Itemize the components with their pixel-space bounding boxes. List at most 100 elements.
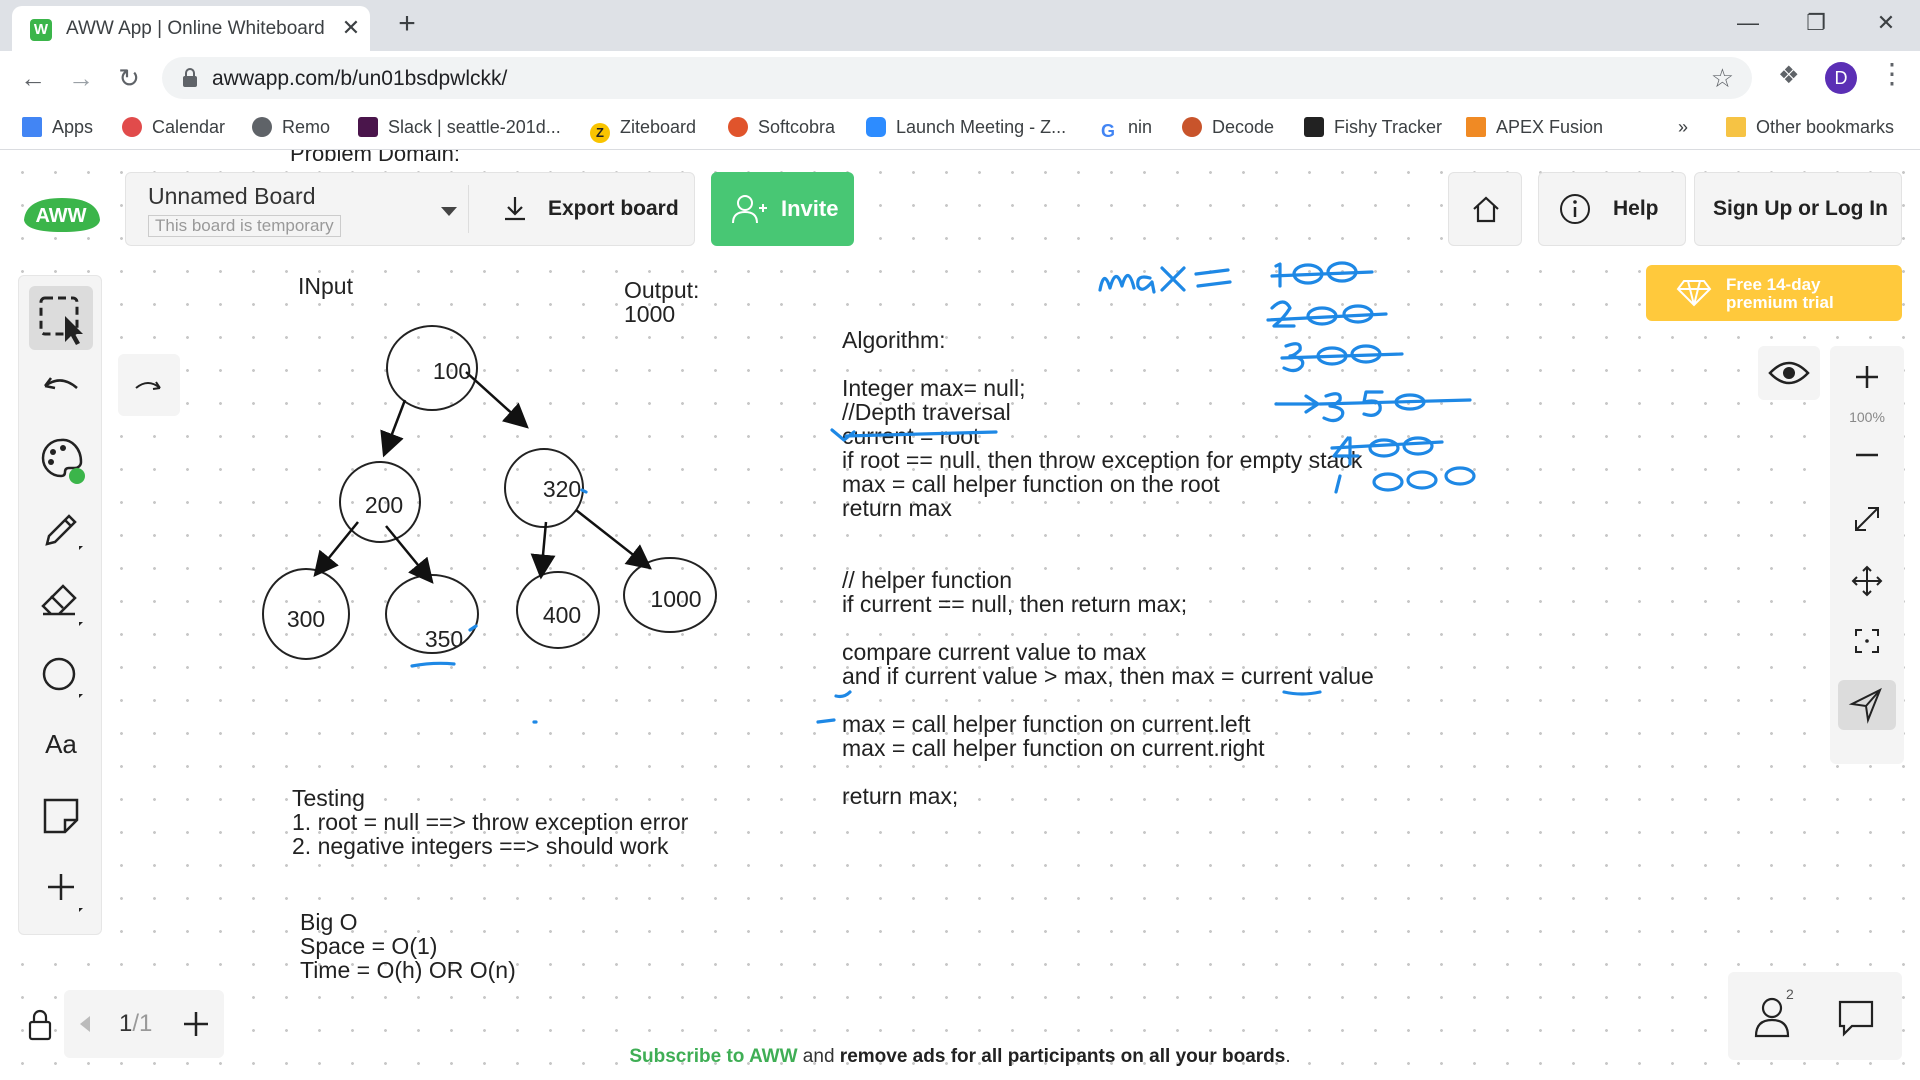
zoom-out-icon[interactable]: [1850, 438, 1884, 472]
view-toggle-button[interactable]: [1758, 346, 1820, 400]
bookmark-fishy-tracker[interactable]: Fishy Tracker: [1304, 115, 1442, 139]
zoom-in-icon[interactable]: [1850, 360, 1884, 394]
color-palette-tool[interactable]: [29, 426, 93, 490]
help-button[interactable]: Help: [1538, 172, 1686, 246]
aww-logo-icon[interactable]: AWW: [20, 190, 102, 234]
profile-avatar[interactable]: D: [1825, 62, 1857, 94]
bookmark-nin[interactable]: Gnin: [1098, 115, 1152, 141]
extensions-puzzle-icon[interactable]: ❖: [1778, 61, 1800, 90]
tree-node-label: 300: [286, 606, 326, 632]
pen-tool[interactable]: [29, 498, 93, 562]
window-close-icon[interactable]: ✕: [1866, 8, 1906, 38]
sticky-note-tool[interactable]: [29, 784, 93, 848]
google-icon: G: [1098, 121, 1118, 141]
algorithm-line: if root == null. then throw exception fo…: [842, 447, 1363, 473]
circle-shape-icon: [42, 657, 83, 698]
participants-button[interactable]: 2: [1742, 984, 1806, 1048]
previous-page-icon[interactable]: [78, 1014, 92, 1034]
trial-line-2: premium trial: [1726, 293, 1834, 312]
subscription-promo: Subscribe to AWW and remove ads for all …: [0, 1046, 1920, 1068]
bookmark-star-icon[interactable]: ☆: [1711, 63, 1734, 94]
tab-strip: W AWW App | Online Whiteboard for ✕ + — …: [0, 0, 1920, 51]
tree-node-label: 200: [364, 492, 404, 518]
algorithm-line: compare current value to max: [842, 639, 1147, 665]
export-board-button[interactable]: Export board: [548, 173, 679, 245]
shape-tool[interactable]: [29, 642, 93, 706]
bookmarks-bar: Apps Calendar Remo Slack | seattle-201d.…: [0, 105, 1920, 150]
zoom-panel: 100%: [1830, 346, 1904, 764]
decode-icon: [1182, 117, 1202, 137]
eraser-tool[interactable]: [29, 570, 93, 634]
board-name[interactable]: Unnamed Board: [148, 183, 316, 210]
palette-icon: [41, 438, 85, 484]
redo-button[interactable]: [118, 354, 180, 416]
zoom-level: 100%: [1849, 409, 1885, 425]
send-pointer-icon: [1848, 687, 1882, 724]
eye-icon: [1768, 361, 1810, 385]
address-bar[interactable]: awwapp.com/b/un01bsdpwlckk/ ☆: [162, 57, 1752, 99]
bigo-line: Big O: [300, 909, 358, 935]
fit-to-screen-icon[interactable]: [1850, 624, 1884, 658]
folder-icon: [1726, 117, 1746, 137]
bookmark-apex-fusion[interactable]: APEX Fusion: [1466, 115, 1603, 139]
output-value: 1000: [624, 301, 676, 327]
bookmark-calendar[interactable]: Calendar: [122, 115, 225, 139]
invite-button[interactable]: Invite: [711, 172, 854, 246]
whiteboard-canvas[interactable]: Problem Domain: INput Output: 1000 Algor…: [0, 150, 1920, 1080]
tab-close-icon[interactable]: ✕: [338, 15, 364, 41]
reload-icon[interactable]: ↻: [112, 61, 146, 95]
current-page: 1: [119, 1010, 133, 1037]
algorithm-line: Algorithm:: [842, 327, 946, 353]
calendar-icon: [122, 117, 142, 137]
tree-node-label: 320: [542, 476, 582, 502]
total-pages: /1: [132, 1010, 153, 1037]
bookmarks-overflow[interactable]: »: [1678, 115, 1688, 139]
board-menu-chevron-down-icon[interactable]: [441, 207, 457, 216]
restore-icon[interactable]: ❐: [1796, 8, 1836, 38]
minimize-icon[interactable]: —: [1728, 8, 1768, 38]
select-tool[interactable]: [29, 286, 93, 350]
bookmark-softcobra[interactable]: Softcobra: [728, 115, 835, 139]
tree-node-label: 1000: [650, 586, 702, 612]
add-user-icon: [732, 195, 767, 224]
tab-title: AWW App | Online Whiteboard for: [66, 18, 328, 39]
bookmark-decode[interactable]: Decode: [1182, 115, 1274, 139]
add-page-icon[interactable]: [180, 1008, 212, 1040]
text-tool[interactable]: Aa: [29, 712, 93, 776]
promo-text: remove ads for all participants on all y…: [839, 1046, 1286, 1067]
expand-icon[interactable]: [1850, 502, 1884, 536]
pan-move-icon[interactable]: [1850, 564, 1884, 598]
home-button[interactable]: [1448, 172, 1522, 246]
browser-menu-icon[interactable]: ⋮: [1878, 57, 1906, 90]
user-icon: [1754, 997, 1790, 1038]
browser-tab[interactable]: W AWW App | Online Whiteboard for ✕: [12, 6, 370, 51]
bookmark-zoom[interactable]: Launch Meeting - Z...: [866, 115, 1066, 139]
chat-button[interactable]: [1824, 984, 1888, 1048]
back-arrow-icon[interactable]: ←: [16, 61, 50, 95]
pointer-tool[interactable]: [1838, 680, 1896, 730]
forward-arrow-icon[interactable]: →: [64, 61, 98, 95]
board-lock-icon[interactable]: [26, 1008, 54, 1042]
redo-icon: [135, 381, 161, 390]
other-bookmarks[interactable]: Other bookmarks: [1726, 115, 1894, 139]
sign-up-login-button[interactable]: Sign Up or Log In: [1694, 172, 1902, 246]
subscribe-link[interactable]: Subscribe to AWW: [629, 1046, 797, 1067]
premium-trial-button[interactable]: Free 14-day premium trial: [1646, 265, 1902, 321]
bookmark-remo[interactable]: Remo: [252, 115, 330, 139]
board-toolbar: Unnamed Board This board is temporary Ex…: [125, 172, 695, 246]
zoom-icon: [866, 117, 886, 137]
tree-node-label: 400: [542, 602, 582, 628]
undo-button[interactable]: [29, 356, 93, 420]
participant-count: 2: [1786, 986, 1794, 1002]
new-tab-button[interactable]: +: [392, 9, 422, 40]
pencil-icon: [45, 514, 83, 550]
bookmark-slack[interactable]: Slack | seattle-201d...: [358, 115, 561, 139]
bookmark-ziteboard[interactable]: Z Ziteboard: [590, 115, 696, 143]
bookmark-apps[interactable]: Apps: [22, 115, 93, 139]
more-tools-button[interactable]: [29, 856, 93, 920]
info-icon: [1560, 194, 1590, 224]
algorithm-line: max = call helper function on current.le…: [842, 711, 1251, 737]
sign-up-login-label: Sign Up or Log In: [1713, 197, 1888, 220]
algorithm-line: Integer max= null;: [842, 375, 1026, 401]
output-label: Output:: [624, 277, 700, 303]
